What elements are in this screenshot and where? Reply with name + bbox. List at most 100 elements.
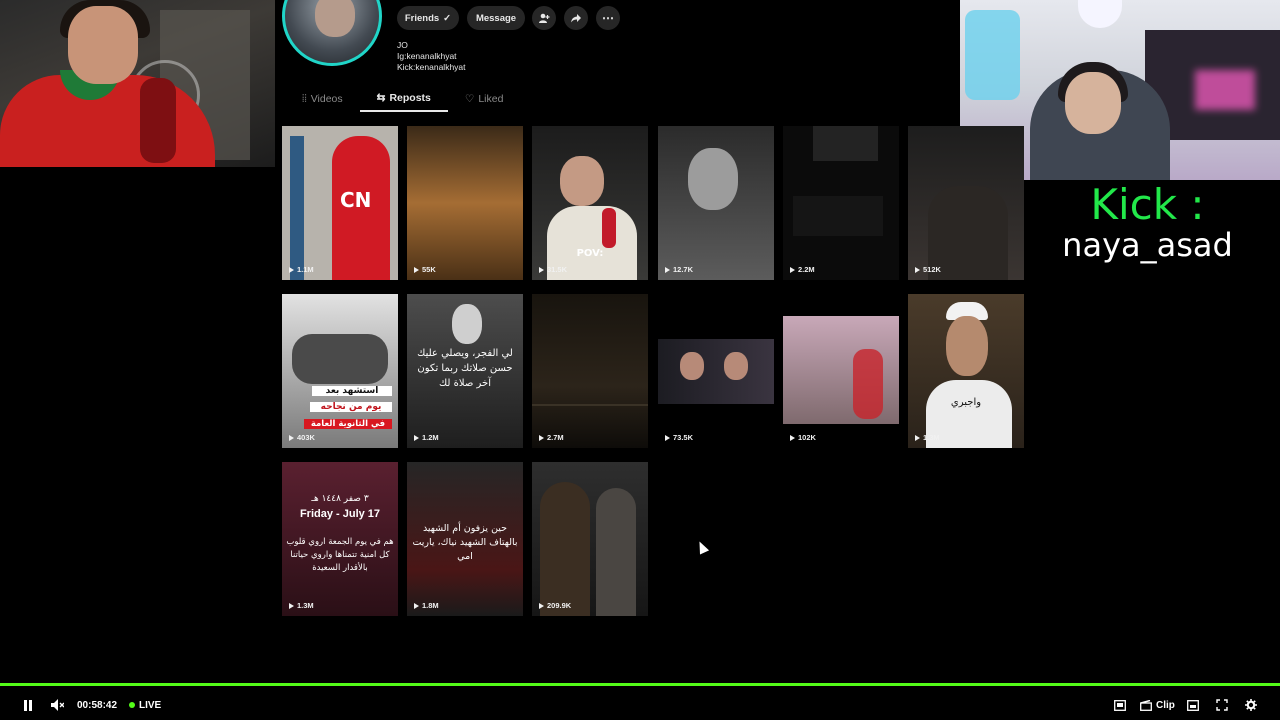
video-caption: CN: [340, 188, 372, 212]
view-count: 2.7M: [539, 433, 564, 442]
kick-username: naya_asad: [1062, 226, 1233, 264]
view-count: 31.5K: [539, 265, 567, 274]
video-caption: واجبري: [950, 397, 982, 408]
message-button[interactable]: Message: [467, 6, 525, 30]
fullscreen-button[interactable]: [1215, 699, 1229, 711]
play-icon: [665, 266, 670, 273]
profile-bio: JO Ig:kenanalkhyat Kick:kenanalkhyat: [397, 40, 466, 73]
bio-line: JO: [397, 40, 408, 50]
pause-icon: [24, 699, 32, 711]
mouse-cursor: [694, 539, 710, 555]
clip-label: Clip: [1156, 699, 1175, 711]
video-thumbnail[interactable]: لي الفجر، ويصلي عليك حسن صلاتك ربما تكون…: [407, 294, 523, 448]
view-count: 1.3M: [915, 433, 940, 442]
grid-icon: ⦙⦙: [302, 92, 307, 105]
theater-mode-button[interactable]: [1113, 699, 1127, 711]
share-icon: [571, 14, 581, 23]
video-thumbnail[interactable]: واجبري 1.3M: [908, 294, 1024, 448]
video-caption: هم في يوم الجمعة اروي قلوب كل امنية تتمن…: [286, 537, 394, 573]
play-icon: [665, 434, 670, 441]
kick-handle-overlay: Kick : naya_asad: [1040, 180, 1255, 264]
profile-tabs: ⦙⦙ Videos ⇆ Reposts ♡ Liked: [285, 86, 520, 112]
video-thumbnail[interactable]: 12.7K: [658, 126, 774, 280]
video-thumbnail[interactable]: CN 1.1M: [282, 126, 398, 280]
video-caption: Friday - July 17: [299, 508, 381, 520]
add-friend-button[interactable]: [532, 6, 556, 30]
clip-button[interactable]: Clip: [1140, 699, 1175, 711]
view-count: 403K: [289, 433, 315, 442]
play-icon: [289, 602, 294, 609]
video-thumbnail[interactable]: 102K: [783, 294, 899, 448]
settings-button[interactable]: [1244, 699, 1258, 711]
pause-button[interactable]: [20, 699, 36, 711]
play-icon: [915, 266, 920, 273]
player-controls: 00:58:42 LIVE Clip: [0, 690, 1280, 720]
stream-timer: 00:58:42: [77, 699, 118, 711]
friends-label: Friends: [404, 12, 440, 24]
play-icon: [414, 266, 419, 273]
clip-icon: [1140, 699, 1152, 711]
view-count: 209.9K: [539, 601, 571, 610]
gear-icon: [1245, 699, 1257, 711]
video-caption: لي الفجر، ويصلي عليك حسن صلاتك ربما تكون…: [417, 348, 513, 389]
friends-button[interactable]: Friends ✓: [397, 6, 459, 30]
view-count: 1.2M: [414, 433, 439, 442]
play-icon: [414, 434, 419, 441]
mute-button[interactable]: [49, 699, 65, 711]
video-caption: حين يزفون أم الشهيد بالهتاف الشهيد نياك،…: [412, 523, 518, 562]
theater-icon: [1114, 699, 1126, 711]
picture-in-picture-button[interactable]: [1186, 699, 1200, 711]
tab-label: Videos: [310, 93, 343, 105]
more-icon: ⋯: [602, 11, 614, 25]
play-icon: [790, 434, 795, 441]
video-thumbnail[interactable]: 73.5K: [658, 294, 774, 448]
pip-icon: [1187, 699, 1199, 711]
more-options-button[interactable]: ⋯: [596, 6, 620, 30]
video-thumbnail[interactable]: 2.7M: [532, 294, 648, 448]
stream-progress-bar[interactable]: [0, 683, 1280, 686]
live-label: LIVE: [139, 699, 162, 711]
kick-title: Kick :: [1090, 180, 1205, 229]
video-thumbnail[interactable]: ٣ صفر ١٤٤٨ هـ Friday - July 17 هم في يوم…: [282, 462, 398, 616]
live-indicator: LIVE: [129, 700, 161, 711]
view-count: 12.7K: [665, 265, 693, 274]
view-count: 1.1M: [289, 265, 314, 274]
play-icon: [289, 434, 294, 441]
play-icon: [915, 434, 920, 441]
play-icon: [539, 266, 544, 273]
video-thumbnail[interactable]: حين يزفون أم الشهيد بالهتاف الشهيد نياك،…: [407, 462, 523, 616]
video-caption: استشهد بعد: [312, 386, 392, 396]
video-thumbnail[interactable]: 512K: [908, 126, 1024, 280]
view-count: 512K: [915, 265, 941, 274]
play-icon: [289, 266, 294, 273]
fullscreen-icon: [1216, 699, 1228, 711]
message-label: Message: [475, 12, 517, 24]
tab-liked[interactable]: ♡ Liked: [448, 86, 521, 112]
tab-label: Reposts: [389, 92, 431, 104]
heart-icon: ♡: [464, 93, 475, 105]
view-count: 2.2M: [790, 265, 815, 274]
repost-icon: ⇆: [376, 92, 386, 104]
check-icon: ✓: [443, 12, 452, 24]
share-button[interactable]: [564, 6, 588, 30]
progress-fill: [0, 683, 1280, 686]
add-user-icon: [539, 13, 550, 23]
video-thumbnail[interactable]: POV: 31.5K: [532, 126, 648, 280]
video-thumbnail[interactable]: 209.9K: [532, 462, 648, 616]
video-thumbnail[interactable]: 2.2M: [783, 126, 899, 280]
video-thumbnail[interactable]: 55K: [407, 126, 523, 280]
tab-label: Liked: [478, 93, 504, 105]
muted-speaker-icon: [50, 699, 64, 711]
view-count: 1.3M: [289, 601, 314, 610]
view-count: 73.5K: [665, 433, 693, 442]
live-dot-icon: [129, 702, 135, 708]
play-icon: [539, 434, 544, 441]
bio-line: Ig:kenanalkhyat: [397, 51, 457, 61]
play-icon: [414, 602, 419, 609]
view-count: 102K: [790, 433, 816, 442]
tab-reposts[interactable]: ⇆ Reposts: [359, 86, 448, 112]
tab-videos[interactable]: ⦙⦙ Videos: [285, 86, 360, 112]
video-thumbnail[interactable]: استشهد بعد يوم من نجاحه في الثانوية العا…: [282, 294, 398, 448]
profile-avatar[interactable]: [282, 0, 382, 66]
view-count: 55K: [414, 265, 436, 274]
